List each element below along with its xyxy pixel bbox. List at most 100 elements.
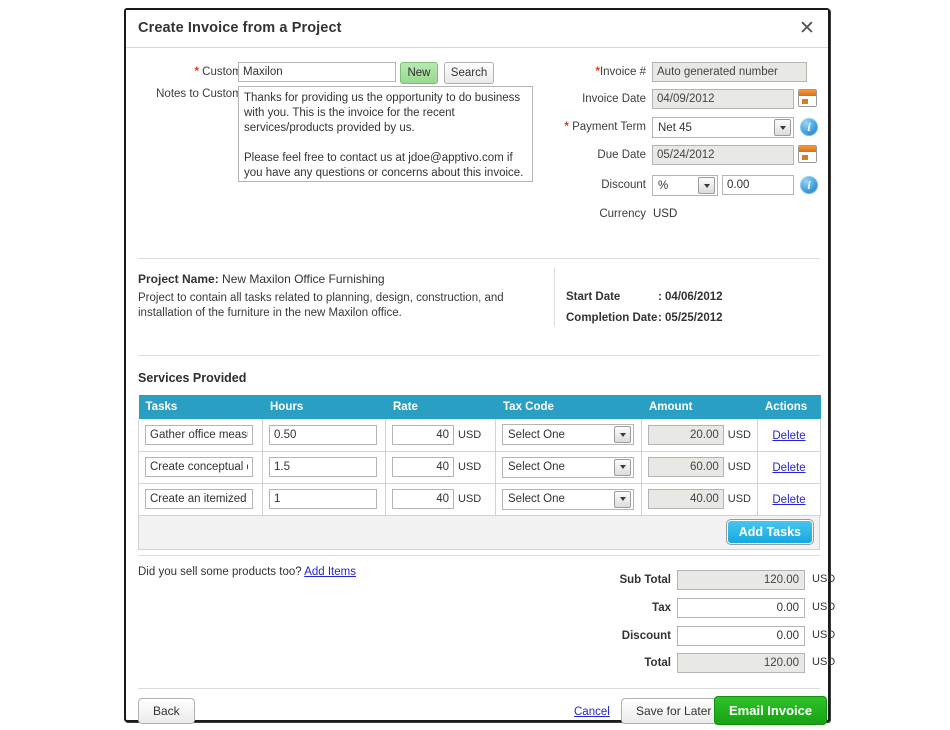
cell-rate: USD: [386, 483, 496, 515]
rate-currency: USD: [458, 461, 481, 473]
column-header-taxcode: Tax Code: [496, 395, 642, 419]
chevron-down-icon: [614, 426, 631, 443]
rate-input[interactable]: [392, 489, 454, 509]
create-invoice-dialog: Create Invoice from a Project ✕ * Custom…: [124, 8, 830, 722]
amount-currency: USD: [728, 493, 751, 505]
tax-code-value: Select One: [503, 493, 614, 505]
discount-info-icon[interactable]: i: [800, 176, 818, 194]
cell-rate: USD: [386, 451, 496, 483]
payment-term-select[interactable]: Net 45: [652, 117, 794, 138]
tax-currency: USD: [812, 601, 835, 613]
divider: [138, 355, 820, 356]
page-title: Create Invoice from a Project: [138, 20, 342, 36]
discount-total-label: Discount: [546, 630, 671, 642]
email-invoice-button[interactable]: Email Invoice: [714, 696, 827, 725]
tax-input[interactable]: [677, 598, 805, 618]
cell-task: [139, 419, 263, 451]
cancel-link[interactable]: Cancel: [574, 706, 610, 718]
project-start-date: Start Date: 04/06/2012: [566, 291, 723, 303]
hours-input[interactable]: [269, 425, 377, 445]
rate-currency: USD: [458, 493, 481, 505]
services-table-wrap: Tasks Hours Rate Tax Code Amount Actions: [138, 395, 820, 550]
cell-task: [139, 451, 263, 483]
start-date-label: Start Date: [566, 291, 658, 303]
cell-taxcode: Select One: [496, 483, 642, 515]
search-customer-button[interactable]: Search: [444, 62, 494, 84]
total-input: [677, 653, 805, 673]
services-table-body: USD Select One USD: [139, 419, 821, 515]
task-input[interactable]: [145, 489, 253, 509]
discount-total-currency: USD: [812, 629, 835, 641]
close-icon[interactable]: ✕: [796, 18, 818, 40]
cell-task: [139, 483, 263, 515]
payment-term-label: * Payment Term: [498, 121, 646, 133]
invoice-number-input[interactable]: [652, 62, 807, 82]
task-input[interactable]: [145, 457, 253, 477]
chevron-down-icon: [774, 119, 791, 136]
chevron-down-icon: [698, 177, 715, 194]
required-marker: *: [194, 66, 198, 78]
services-table: Tasks Hours Rate Tax Code Amount Actions: [138, 395, 821, 516]
column-header-amount: Amount: [642, 395, 758, 419]
notes-textarea[interactable]: [238, 86, 533, 182]
new-customer-button[interactable]: New: [400, 62, 438, 84]
invoice-date-input[interactable]: [652, 89, 794, 109]
cell-taxcode: Select One: [496, 451, 642, 483]
amount-input: [648, 489, 724, 509]
cell-hours: [263, 451, 386, 483]
chevron-down-icon: [614, 459, 631, 476]
customer-input[interactable]: [238, 62, 396, 82]
tax-code-value: Select One: [503, 461, 614, 473]
discount-amount-input[interactable]: [722, 175, 794, 195]
project-completion-date: Completion Date: 05/25/2012: [566, 312, 723, 324]
column-header-rate: Rate: [386, 395, 496, 419]
tax-code-value: Select One: [503, 429, 614, 441]
amount-currency: USD: [728, 461, 751, 473]
services-section-title: Services Provided: [138, 371, 246, 385]
discount-type-value: %: [653, 180, 698, 192]
rate-input[interactable]: [392, 425, 454, 445]
divider: [138, 688, 820, 689]
tax-code-select[interactable]: Select One: [502, 424, 634, 445]
tax-label: Tax: [546, 602, 671, 614]
back-button[interactable]: Back: [138, 698, 195, 724]
discount-type-select[interactable]: %: [652, 175, 718, 196]
total-currency: USD: [812, 656, 835, 668]
due-date-input[interactable]: [652, 145, 794, 165]
amount-input: [648, 425, 724, 445]
total-label: Total: [546, 657, 671, 669]
amount-currency: USD: [728, 429, 751, 441]
required-marker: *: [564, 121, 568, 133]
add-items-link[interactable]: Add Items: [304, 566, 356, 578]
sub-total-input: [677, 570, 805, 590]
tax-code-select[interactable]: Select One: [502, 489, 634, 510]
delete-row-link[interactable]: Delete: [772, 462, 805, 474]
hours-input[interactable]: [269, 457, 377, 477]
project-name: Project Name: New Maxilon Office Furnish…: [138, 272, 385, 286]
discount-total-input[interactable]: [677, 626, 805, 646]
cell-amount: USD: [642, 451, 758, 483]
start-date-value: : 04/06/2012: [658, 291, 723, 303]
hours-input[interactable]: [269, 489, 377, 509]
tax-code-select[interactable]: Select One: [502, 457, 634, 478]
payment-term-info-icon[interactable]: i: [800, 118, 818, 136]
delete-row-link[interactable]: Delete: [772, 430, 805, 442]
cell-taxcode: Select One: [496, 419, 642, 451]
calendar-icon[interactable]: [798, 145, 817, 163]
save-for-later-button[interactable]: Save for Later: [621, 698, 726, 724]
payment-term-value: Net 45: [653, 122, 774, 134]
rate-input[interactable]: [392, 457, 454, 477]
project-name-value: New Maxilon Office Furnishing: [222, 272, 385, 286]
due-date-label: Due Date: [506, 149, 646, 161]
delete-row-link[interactable]: Delete: [772, 494, 805, 506]
table-row: USD Select One USD: [139, 419, 821, 451]
cell-rate: USD: [386, 419, 496, 451]
column-header-hours: Hours: [263, 395, 386, 419]
divider: [554, 268, 555, 326]
products-prompt: Did you sell some products too? Add Item…: [138, 566, 356, 578]
task-input[interactable]: [145, 425, 253, 445]
cell-actions: Delete: [758, 419, 821, 451]
sub-total-currency: USD: [812, 573, 835, 585]
calendar-icon[interactable]: [798, 89, 817, 107]
add-tasks-button[interactable]: Add Tasks: [727, 520, 813, 544]
